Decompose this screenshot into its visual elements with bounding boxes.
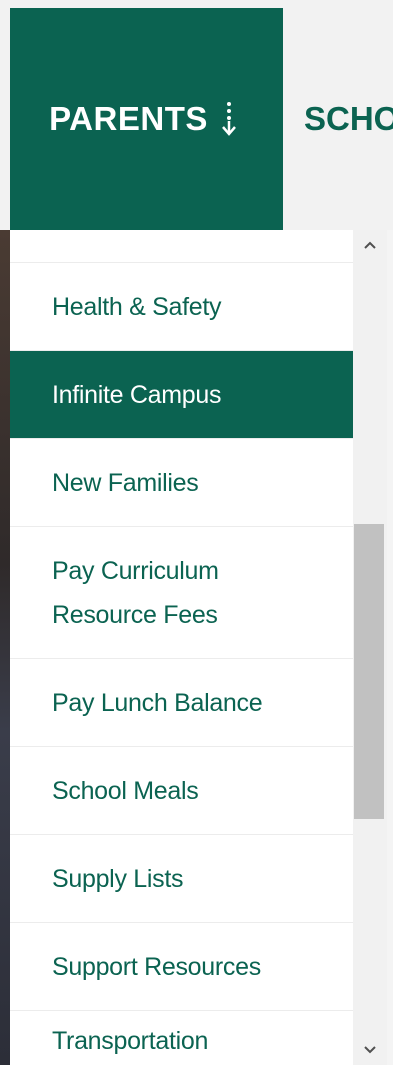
menu-item-label: Supply Lists — [52, 864, 184, 893]
menu-item-label: Support Resources — [52, 952, 261, 981]
scroll-down-icon[interactable] — [353, 1035, 387, 1065]
dropdown-scrollbar[interactable] — [353, 230, 387, 1065]
menu-item[interactable]: Supply Lists — [10, 835, 353, 923]
menu-item[interactable]: School Meals — [10, 747, 353, 835]
menu-item-label: School Meals — [52, 776, 199, 805]
background-edge — [387, 230, 393, 1065]
scroll-up-icon[interactable] — [353, 230, 387, 260]
menu-item-label: Pay Curriculum Resource Fees — [52, 556, 219, 629]
dropdown-arrow-icon — [220, 101, 238, 137]
menu-item-label: Pay Lunch Balance — [52, 688, 263, 717]
menu-item[interactable]: Health & Safety — [10, 263, 353, 351]
nav-schools-tab[interactable]: SCHO — [304, 8, 393, 230]
menu-item-label: New Families — [52, 468, 199, 497]
menu-item[interactable]: New Families — [10, 439, 353, 527]
background-photo — [0, 230, 10, 1065]
nav-parents-tab[interactable]: PARENTS — [10, 8, 283, 230]
menu-item-label: Infinite Campus — [52, 380, 222, 409]
scrollbar-thumb[interactable] — [354, 524, 384, 819]
nav-schools-label: SCHO — [304, 100, 393, 137]
menu-item[interactable]: Pay Lunch Balance — [10, 659, 353, 747]
menu-item[interactable]: Pay Curriculum Resource Fees — [10, 527, 353, 659]
menu-item[interactable]: Transportation — [10, 1011, 353, 1065]
menu-partial-item — [10, 230, 353, 263]
nav-parents-label: PARENTS — [49, 100, 208, 137]
menu-item-label: Transportation — [52, 1026, 209, 1055]
menu-item[interactable]: Support Resources — [10, 923, 353, 1011]
parents-dropdown-menu: Health & Safety Infinite Campus New Famili… — [10, 230, 387, 1065]
dropdown-list: Health & Safety Infinite Campus New Famili… — [10, 230, 353, 1065]
top-navigation: PARENTS SCHO — [0, 0, 393, 230]
menu-item-label: Health & Safety — [52, 292, 222, 321]
menu-item[interactable]: Infinite Campus — [10, 351, 353, 439]
